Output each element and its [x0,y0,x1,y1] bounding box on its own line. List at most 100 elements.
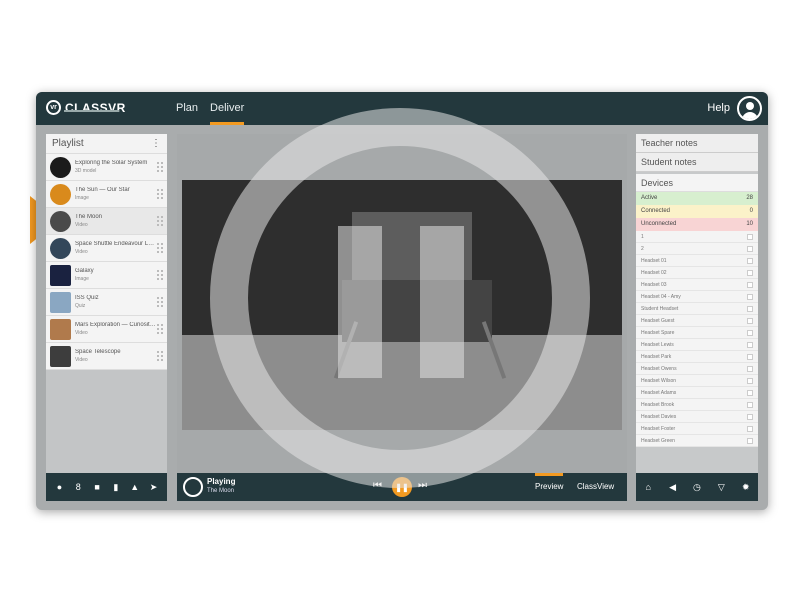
device-row[interactable]: Headset Brook [636,399,758,411]
filter-icon[interactable]: ▽ [715,482,727,493]
device-row[interactable]: Headset 04 - Amy [636,291,758,303]
status-count: 28 [746,195,753,201]
device-checkbox[interactable] [747,402,753,408]
playlist-item-meta: Image [75,195,89,201]
user-icon[interactable]: ● [53,482,65,492]
playlist-item[interactable]: Exploring the Solar System 3D model [46,154,167,181]
device-row[interactable]: Headset 03 [636,279,758,291]
right-panel: Teacher notes Student notes Devices Acti… [636,134,758,501]
status-label: Connected [641,208,671,214]
device-row[interactable]: 2 [636,243,758,255]
device-checkbox[interactable] [747,258,753,264]
playlist-item[interactable]: The Sun — Our Star Image [46,181,167,208]
device-row[interactable]: Headset Guest [636,315,758,327]
device-row[interactable]: Headset Green [636,435,758,447]
drag-handle-icon[interactable] [157,243,163,253]
status-row-unconnected[interactable]: Unconnected 10 [636,218,758,231]
playing-label: Playing [207,477,236,486]
drag-handle-icon[interactable] [157,216,163,226]
device-row[interactable]: Headset Adams [636,387,758,399]
status-row-connected[interactable]: Connected 0 [636,205,758,218]
device-row[interactable]: Headset Davies [636,411,758,423]
nav-plan[interactable]: Plan [176,92,198,125]
drag-handle-icon[interactable] [157,189,163,199]
device-checkbox[interactable] [747,318,753,324]
device-checkbox[interactable] [747,306,753,312]
playlist-item-meta: Video [75,330,88,336]
playlist-item[interactable]: Space Telescope Video [46,343,167,370]
home-icon[interactable]: ⌂ [642,482,654,492]
menu-icon[interactable]: ⋮ [151,138,161,149]
playlist-thumbnail [50,183,71,205]
playlist-item-title: The Sun — Our Star [75,187,130,193]
device-checkbox[interactable] [747,342,753,348]
device-name: Headset Spare [641,330,675,336]
device-checkbox[interactable] [747,426,753,432]
device-checkbox[interactable] [747,270,753,276]
pause-overlay-bar [420,226,464,378]
device-name: Student Headset [641,306,679,312]
device-row[interactable]: Headset Park [636,351,758,363]
sequence-icon[interactable]: 8 [72,482,84,492]
device-row[interactable]: Headset Spare [636,327,758,339]
status-row-active[interactable]: Active 28 [636,192,758,205]
teacher-notes-section[interactable]: Teacher notes [636,134,758,153]
device-checkbox[interactable] [747,330,753,336]
settings-icon[interactable]: ✹ [740,482,752,493]
logo-text: CLASSVR [65,100,126,115]
timer-icon[interactable]: ◷ [691,482,703,493]
device-row[interactable]: Headset 02 [636,267,758,279]
device-checkbox[interactable] [747,282,753,288]
mute-icon[interactable]: ◀ [667,482,679,493]
send-icon[interactable]: ➤ [148,482,160,493]
drag-handle-icon[interactable] [157,297,163,307]
device-row[interactable]: Headset Owens [636,363,758,375]
tab-classview[interactable]: ClassView [577,473,614,501]
delete-icon[interactable]: ▮ [110,482,122,493]
device-row[interactable]: 1 [636,231,758,243]
device-checkbox[interactable] [747,378,753,384]
device-row[interactable]: Headset Foster [636,423,758,435]
playlist-list: Exploring the Solar System 3D model The Su… [46,154,167,370]
playlist-item[interactable]: Space Shuttle Endeavour Launch Video [46,235,167,262]
device-name: Headset 03 [641,282,667,288]
tab-preview[interactable]: Preview [535,473,564,501]
device-checkbox[interactable] [747,366,753,372]
playlist-item[interactable]: The Moon Video [46,208,167,235]
device-row[interactable]: Headset Wilson [636,375,758,387]
user-icon-head [746,102,754,110]
save-icon[interactable]: ■ [91,482,103,492]
status-count: 0 [749,208,753,214]
device-name: Headset 02 [641,270,667,276]
drag-handle-icon[interactable] [157,162,163,172]
upload-icon[interactable]: ▲ [129,482,141,492]
student-notes-section[interactable]: Student notes [636,153,758,172]
playlist-thumbnail [50,210,71,232]
device-checkbox[interactable] [747,294,753,300]
playlist-toolbar: ● 8 ■ ▮ ▲ ➤ [46,473,167,501]
drag-handle-icon[interactable] [157,270,163,280]
playlist-item[interactable]: Mars Exploration — Curiosity Rover Video [46,316,167,343]
device-checkbox[interactable] [747,234,753,240]
user-icon-body [742,112,758,119]
device-checkbox[interactable] [747,390,753,396]
drag-handle-icon[interactable] [157,324,163,334]
drag-handle-icon[interactable] [157,351,163,361]
pause-overlay-ring [210,108,590,488]
playlist-item-text: The Moon Video [75,214,157,228]
device-checkbox[interactable] [747,414,753,420]
playlist-item[interactable]: ISS Quiz Quiz [46,289,167,316]
nav-deliver[interactable]: Deliver [210,92,245,125]
device-checkbox[interactable] [747,354,753,360]
device-checkbox[interactable] [747,246,753,252]
device-checkbox[interactable] [747,438,753,444]
help-link[interactable]: Help [707,92,730,125]
playlist-thumbnail [50,264,71,286]
device-row[interactable]: Headset Lewis [636,339,758,351]
playlist-item-title: Exploring the Solar System [75,160,148,166]
playlist-item-text: Mars Exploration — Curiosity Rover Video [75,322,157,336]
avatar[interactable] [737,96,762,121]
playlist-item[interactable]: Galaxy Image [46,262,167,289]
device-row[interactable]: Headset 01 [636,255,758,267]
device-row[interactable]: Student Headset [636,303,758,315]
